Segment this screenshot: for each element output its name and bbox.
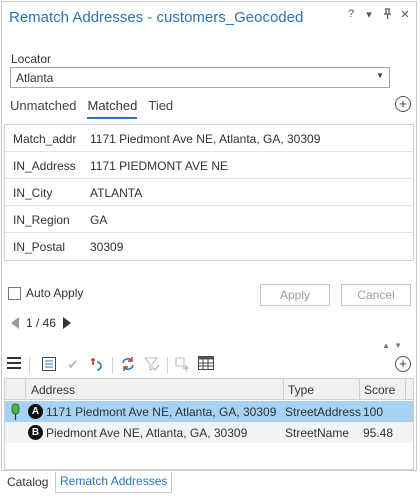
candidate-type: StreetAddress [285, 405, 362, 419]
checkmark-icon[interactable]: ✔ [64, 356, 82, 374]
column-header-address[interactable]: Address [31, 383, 75, 397]
field-value[interactable]: GA [90, 213, 107, 227]
field-name: Match_addr [13, 132, 77, 146]
field-name: IN_Postal [13, 240, 66, 254]
column-divider [283, 379, 284, 400]
candidate-badge: B [28, 425, 43, 440]
column-divider [359, 379, 360, 400]
match-status-tabs: Unmatched Matched Tied [10, 97, 184, 121]
close-icon[interactable]: ✕ [400, 8, 410, 22]
auto-apply-label: Auto Apply [26, 286, 84, 300]
cancel-button[interactable]: Cancel [341, 284, 411, 306]
add-candidate-icon[interactable]: + [395, 356, 411, 372]
candidate-badge: A [28, 404, 43, 419]
toolbar-divider [167, 357, 168, 373]
pane-titlebar: Rematch Addresses - customers_Geocoded ?… [2, 2, 416, 36]
tab-catalog[interactable]: Catalog [7, 475, 48, 489]
candidate-score: 95.48 [363, 426, 394, 440]
address-fields-table: Match_addr 1171 Piedmont Ave NE, Atlanta… [4, 124, 414, 261]
locator-label: Locator [11, 52, 52, 66]
candidate-score: 100 [363, 405, 384, 419]
title-tools: ? ▾ ✕ [346, 8, 410, 22]
pane-title: Rematch Addresses - customers_Geocoded [9, 9, 304, 26]
field-row: Match_addr 1171 Piedmont Ave NE, Atlanta… [5, 125, 413, 152]
undo-match-icon[interactable] [88, 356, 106, 374]
add-point-icon[interactable] [173, 356, 191, 374]
chevron-down-icon: ▼ [376, 71, 384, 80]
field-name: IN_City [13, 186, 53, 200]
refresh-candidates-icon[interactable] [119, 356, 137, 374]
locator-dropdown[interactable]: Atlanta ▼ [10, 67, 390, 88]
tab-tied[interactable]: Tied [148, 97, 173, 119]
field-row: IN_Postal 30309 [5, 233, 413, 260]
attribute-table-icon[interactable] [197, 356, 215, 374]
column-header-score[interactable]: Score [364, 383, 395, 397]
toolbar-divider [29, 357, 30, 373]
candidate-type: StreetName [285, 426, 350, 440]
next-arrow-icon[interactable] [62, 317, 72, 329]
field-name: IN_Address [13, 159, 76, 173]
toolbar-divider [112, 357, 113, 373]
grid-header: Address Type Score [5, 379, 413, 400]
locator-value: Atlanta [16, 71, 54, 85]
tab-unmatched[interactable]: Unmatched [10, 97, 76, 119]
field-value[interactable]: 1171 PIEDMONT AVE NE [90, 159, 228, 173]
table-row[interactable]: A 1171 Piedmont Ave NE, Atlanta, GA, 303… [5, 401, 413, 422]
page-indicator: 1 / 46 [26, 316, 57, 330]
field-row: IN_Address 1171 PIEDMONT AVE NE [5, 152, 413, 179]
show-candidates-table-icon[interactable] [40, 356, 58, 374]
table-row[interactable]: B Piedmont Ave NE, Atlanta, GA, 30309 St… [5, 422, 413, 443]
rematch-addresses-pane: Rematch Addresses - customers_Geocoded ?… [1, 1, 417, 471]
field-value[interactable]: ATLANTA [90, 186, 142, 200]
dock-tabs: Catalog Rematch Addresses [0, 472, 420, 498]
field-row: IN_City ATLANTA [5, 179, 413, 206]
apply-button[interactable]: Apply [260, 284, 330, 306]
add-field-icon[interactable]: + [395, 96, 411, 112]
filter-check-icon[interactable] [143, 356, 161, 374]
auto-apply-checkbox[interactable] [8, 286, 21, 300]
candidates-toolbar: ✔ + [2, 353, 416, 377]
options-menu-icon[interactable]: ▾ [364, 8, 374, 22]
collapse-arrows-icon[interactable]: ▲▼ [382, 341, 406, 350]
column-header-type[interactable]: Type [288, 383, 314, 397]
candidate-pager: 1 / 46 [10, 316, 72, 330]
field-value[interactable]: 30309 [90, 240, 123, 254]
hamburger-menu-icon[interactable] [5, 356, 23, 374]
map-pin-icon [11, 403, 20, 423]
candidate-address: 1171 Piedmont Ave NE, Atlanta, GA, 30309 [46, 405, 277, 419]
help-icon[interactable]: ? [346, 8, 356, 22]
column-divider [25, 379, 26, 400]
previous-arrow-icon[interactable] [10, 317, 20, 329]
column-divider [405, 379, 406, 400]
field-row: IN_Region GA [5, 206, 413, 233]
field-value[interactable]: 1171 Piedmont Ave NE, Atlanta, GA, 30309 [90, 132, 320, 146]
candidates-grid: Address Type Score A 1171 Piedmont Ave N… [4, 378, 414, 470]
pin-pane-icon[interactable] [382, 8, 392, 22]
tab-matched[interactable]: Matched [87, 97, 138, 119]
field-name: IN_Region [13, 213, 70, 227]
candidate-address: Piedmont Ave NE, Atlanta, GA, 30309 [46, 426, 248, 440]
tab-rematch-addresses[interactable]: Rematch Addresses [55, 472, 173, 493]
auto-apply-option[interactable]: Auto Apply [8, 286, 83, 300]
